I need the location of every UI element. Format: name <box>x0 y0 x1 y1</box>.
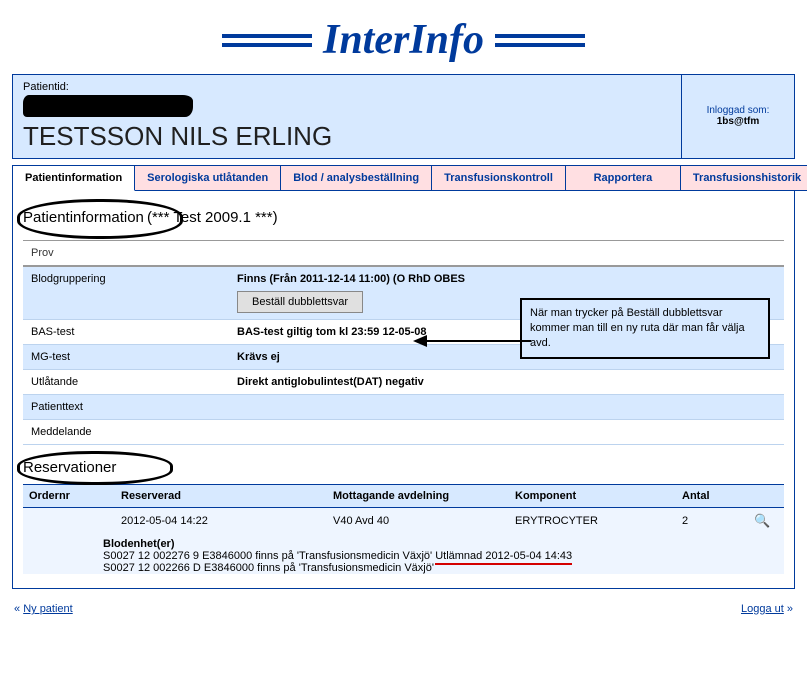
cell-komponent: ERYTROCYTER <box>509 508 676 535</box>
patientid-redacted <box>23 95 193 117</box>
blood-units-label: Blodenhet(er) <box>103 538 175 550</box>
tab-transfusionskontroll[interactable]: Transfusionskontroll <box>432 165 566 191</box>
row-mg-value: Krävs ej <box>237 351 280 363</box>
row-bas-value: BAS-test giltig tom kl 23:59 12-05-08 <box>237 326 427 338</box>
blood-unit-status: Utlämnad 2012-05-04 14:43 <box>435 550 572 565</box>
tab-rapportera[interactable]: Rapportera <box>566 165 681 191</box>
tab-bar: Patientinformation Serologiska utlåtande… <box>12 165 795 191</box>
col-mottagande: Mottagande avdelning <box>327 485 509 508</box>
col-reserverad: Reserverad <box>115 485 327 508</box>
row-bas-label: BAS-test <box>23 320 229 345</box>
tab-patientinformation[interactable]: Patientinformation <box>13 165 135 191</box>
patientid-label: Patientid: <box>23 81 671 93</box>
section-title: Patientinformation <box>23 209 144 226</box>
annotation-note: När man trycker på Beställ dubblettsvar … <box>520 298 770 359</box>
tab-blod-analys[interactable]: Blod / analysbeställning <box>281 165 432 191</box>
row-blodgruppering-value: Finns (Från 2011-12-14 11:00) (O RhD OBE… <box>237 273 465 285</box>
row-utlatande-label: Utlåtande <box>23 370 229 395</box>
app-logo: InterInfo <box>12 4 795 74</box>
magnify-icon[interactable]: 🔍 <box>754 513 770 528</box>
order-duplicate-button[interactable]: Beställ dubblettsvar <box>237 291 363 313</box>
new-patient-link[interactable]: Ny patient <box>23 603 73 615</box>
row-utlatande-value: Direkt antiglobulintest(DAT) negativ <box>237 376 424 388</box>
reservations-title: Reservationer <box>23 459 116 476</box>
blood-unit-line: S0027 12 002276 9 E3846000 finns på 'Tra… <box>103 550 435 562</box>
cell-mottagande: V40 Avd 40 <box>327 508 509 535</box>
col-antal: Antal <box>676 485 748 508</box>
row-mg-label: MG-test <box>23 345 229 370</box>
tab-serologiska[interactable]: Serologiska utlåtanden <box>135 165 281 191</box>
patient-name: TESTSSON NILS ERLING <box>23 121 671 152</box>
section-version: (*** Test 2009.1 ***) <box>147 209 278 226</box>
logout-link[interactable]: Logga ut <box>741 603 784 615</box>
cell-reserverad: 2012-05-04 14:22 <box>115 508 327 535</box>
login-user: 1bs@tfm <box>688 116 788 127</box>
row-prov-label: Prov <box>23 241 784 267</box>
tab-transfusionshistorik[interactable]: Transfusionshistorik <box>681 165 807 191</box>
reservations-table: Ordernr Reserverad Mottagande avdelning … <box>23 484 784 574</box>
col-komponent: Komponent <box>509 485 676 508</box>
table-row-units: Blodenhet(er) S0027 12 002276 9 E3846000… <box>23 534 784 574</box>
row-blodgruppering-label: Blodgruppering <box>23 266 229 320</box>
brand-name: InterInfo <box>315 16 492 64</box>
col-order: Ordernr <box>23 485 115 508</box>
cell-antal: 2 <box>676 508 748 535</box>
row-meddelande-label: Meddelande <box>23 420 784 445</box>
blood-unit-line: S0027 12 002266 D E3846000 finns på 'Tra… <box>103 562 434 574</box>
login-label: Inloggad som: <box>688 105 788 116</box>
patient-header: Patientid: TESTSSON NILS ERLING Inloggad… <box>12 74 795 159</box>
table-row: 2012-05-04 14:22 V40 Avd 40 ERYTROCYTER … <box>23 508 784 535</box>
row-patienttext-label: Patienttext <box>23 395 784 420</box>
